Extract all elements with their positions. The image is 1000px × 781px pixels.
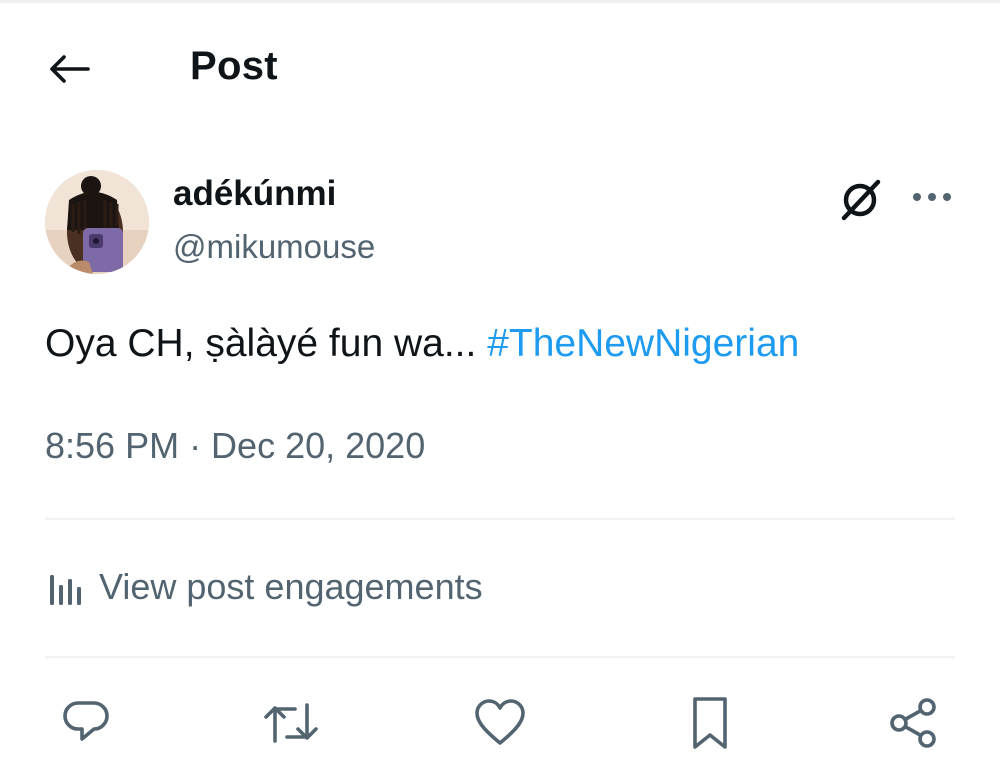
bookmark-button[interactable]	[679, 692, 741, 754]
view-engagements-button[interactable]: View post engagements	[45, 564, 483, 610]
more-options-button[interactable]	[904, 174, 960, 220]
view-engagements-label: View post engagements	[99, 566, 483, 607]
divider	[45, 518, 955, 520]
back-button[interactable]	[44, 46, 94, 92]
avatar[interactable]	[45, 170, 149, 274]
author-handle[interactable]: @mikumouse	[173, 228, 375, 266]
grok-button[interactable]	[834, 174, 888, 224]
more-options-icon	[913, 193, 951, 201]
repost-icon	[264, 703, 318, 743]
post-timestamp[interactable]: 8:56 PM · Dec 20, 2020	[45, 425, 425, 467]
bar-chart-icon	[50, 575, 81, 605]
author-display-name[interactable]: adékúnmi	[173, 174, 336, 214]
post-text: Oya CH, ṣàlàyé fun wa... #TheNewNigerian	[45, 322, 799, 366]
avatar-image	[45, 170, 149, 274]
grok-icon	[841, 179, 881, 221]
page-title: Post	[190, 44, 278, 88]
share-button[interactable]	[883, 692, 945, 754]
post-body: Oya CH, ṣàlàyé fun wa...	[45, 322, 488, 365]
hashtag-link[interactable]: #TheNewNigerian	[487, 322, 799, 365]
bookmark-icon	[693, 697, 727, 749]
like-button[interactable]	[469, 692, 531, 754]
share-icon	[890, 698, 936, 748]
divider	[45, 656, 955, 658]
like-icon	[475, 699, 525, 745]
arrow-left-icon	[50, 55, 90, 83]
reply-icon	[63, 701, 109, 741]
reply-button[interactable]	[55, 692, 117, 754]
repost-button[interactable]	[260, 692, 322, 754]
top-border	[0, 0, 1000, 3]
